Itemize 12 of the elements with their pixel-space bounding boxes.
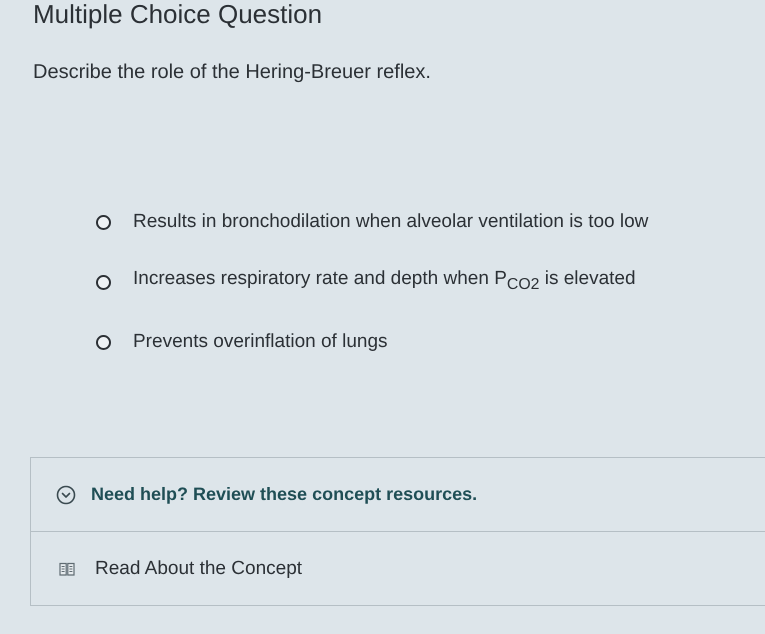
help-heading: Need help? Review these concept resources. (91, 484, 478, 505)
radio-button[interactable] (96, 274, 111, 290)
chevron-circle-icon[interactable] (56, 484, 76, 504)
question-prompt: Describe the role of the Hering-Breuer reflex. (33, 60, 431, 84)
answer-option[interactable]: Results in bronchodilation when alveolar ventilation is too low (133, 210, 648, 234)
question-type-title: Multiple Choice Question (33, 0, 322, 28)
radio-button[interactable] (96, 334, 111, 350)
answer-option[interactable]: Increases respiratory rate and depth when P$_{CO2}$ is elevated (133, 267, 636, 297)
radio-button[interactable] (96, 214, 111, 230)
concept-resource-link[interactable]: Read About the Concept (95, 558, 302, 580)
answer-option[interactable]: Prevents overinflation of lungs (133, 330, 388, 354)
book-icon (59, 562, 75, 576)
